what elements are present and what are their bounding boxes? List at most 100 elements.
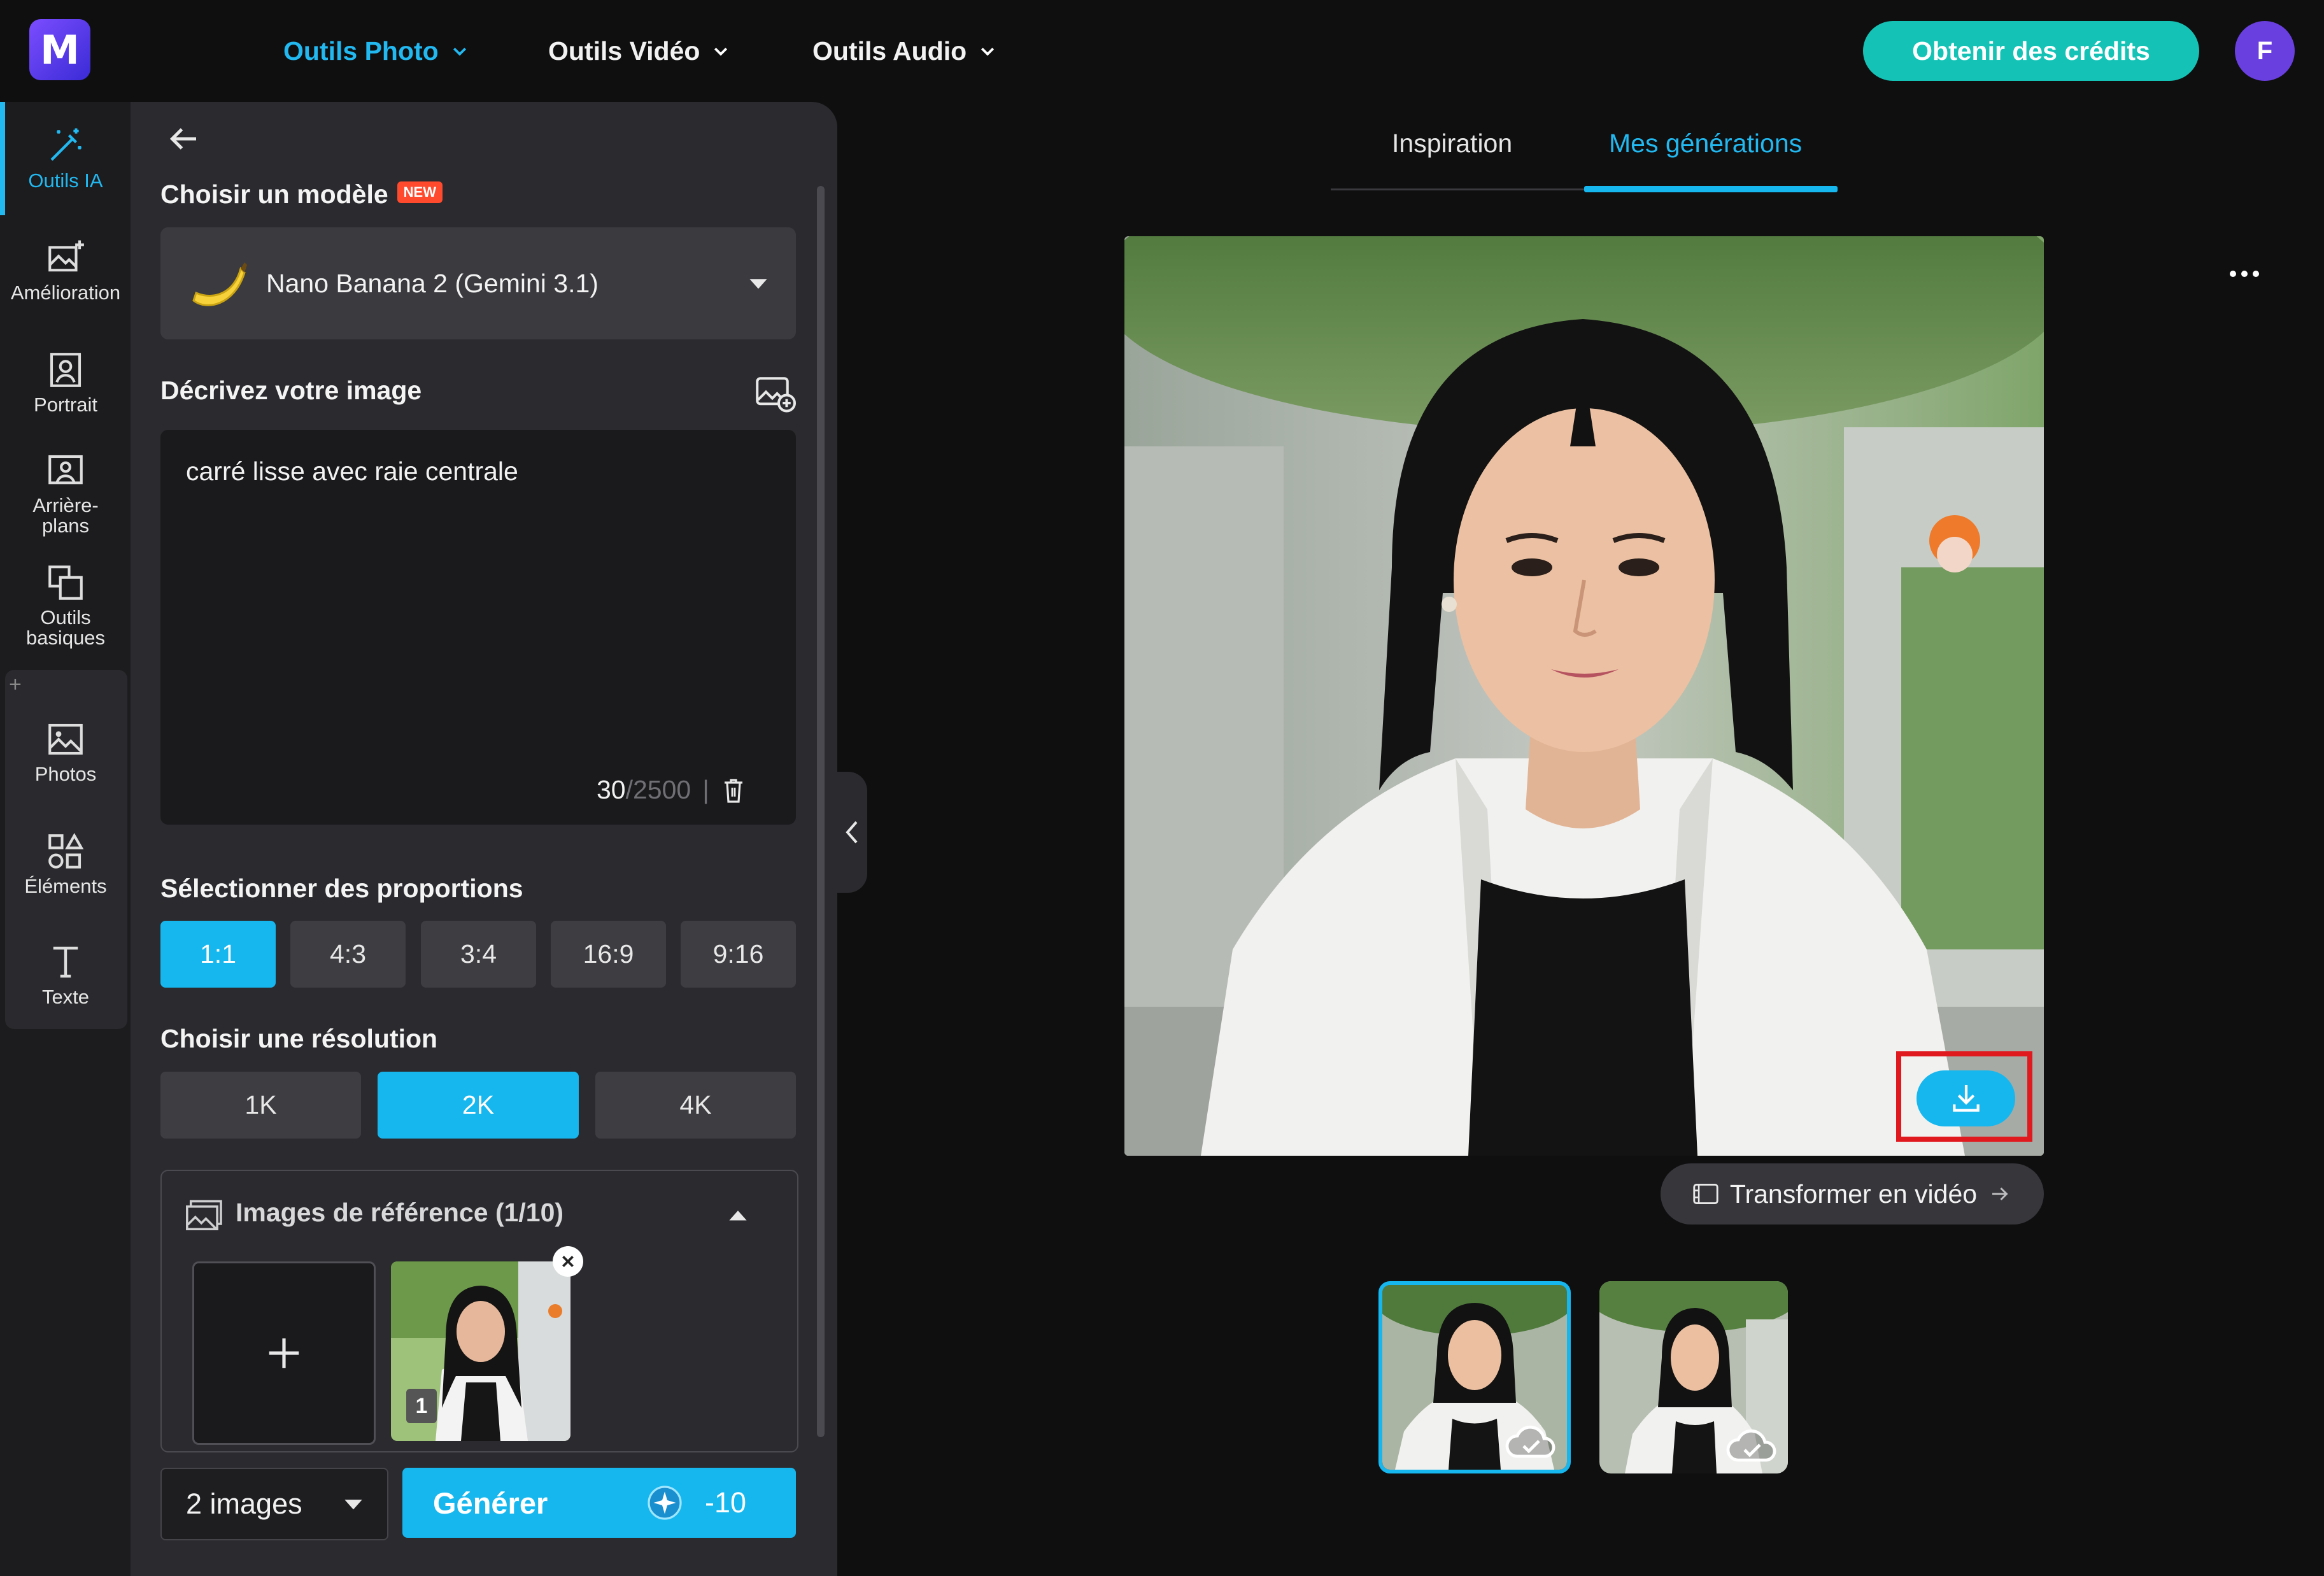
reference-title: Images de référence (1/10) [236, 1198, 564, 1227]
tab-inspiration[interactable]: Inspiration [1392, 129, 1512, 159]
nav-outils-video[interactable]: Outils Vidéo [548, 32, 730, 70]
char-count: 30 [597, 775, 626, 804]
rail-label-photos: Photos [34, 763, 97, 785]
generated-image[interactable] [1124, 236, 2044, 1156]
cloud-check-icon [1726, 1429, 1776, 1462]
nav-outils-audio[interactable]: Outils Audio [812, 32, 997, 70]
chevron-left-icon [846, 821, 858, 844]
remove-reference-button[interactable] [553, 1246, 583, 1277]
nav-outils-photo-label: Outils Photo [283, 36, 439, 66]
get-credits-button[interactable]: Obtenir des crédits [1863, 21, 2199, 81]
plus-icon [269, 1338, 299, 1368]
resolution-4k-button[interactable]: 4K [595, 1072, 796, 1139]
ratio-3-4-button[interactable]: 3:4 [421, 921, 536, 988]
background-icon [48, 455, 83, 485]
text-icon [53, 946, 78, 978]
chevron-down-icon [453, 47, 466, 56]
arrow-right-icon [1992, 1187, 2008, 1201]
main-tabs: Inspiration Mes générations [1331, 121, 1838, 192]
rail-item-portrait[interactable]: Portrait [5, 349, 126, 415]
rail-item-outils-ia[interactable]: Outils IA [5, 125, 126, 191]
nav-outils-audio-label: Outils Audio [812, 36, 967, 66]
image-count-value: 2 images [186, 1487, 302, 1520]
shapes-icon [48, 833, 84, 869]
image-sparkle-icon [48, 240, 84, 272]
transform-to-video-label: Transformer en vidéo [1729, 1179, 1978, 1209]
nav-outils-photo[interactable]: Outils Photo [283, 32, 469, 70]
rail-label-outils-ia: Outils IA [28, 169, 103, 192]
avatar[interactable]: F [2235, 21, 2295, 81]
video-frame-icon [1693, 1184, 1718, 1204]
rail-item-arriere-plans[interactable]: Arrière-plans [5, 450, 126, 536]
rail-label-outils-basiques: Outils basiques [25, 606, 106, 649]
add-reference-button[interactable] [192, 1261, 376, 1445]
more-options-button[interactable] [2222, 261, 2267, 287]
gallery-icon [186, 1200, 222, 1231]
describe-section-title: Décrivez votre image [160, 376, 422, 405]
rail-active-indicator [0, 102, 5, 215]
reference-images-section: Images de référence (1/10) 1 [160, 1170, 798, 1452]
caret-down-icon [749, 279, 767, 289]
logo-letter: M [40, 26, 80, 73]
image-count-select[interactable]: 2 images [160, 1468, 388, 1540]
rail-label-portrait: Portrait [34, 394, 97, 416]
panel-scrollbar[interactable] [817, 186, 825, 1437]
resolution-1k-button[interactable]: 1K [160, 1072, 361, 1139]
reference-image-thumbnail[interactable]: 1 [391, 1261, 570, 1441]
ratio-16-9-button[interactable]: 16:9 [551, 921, 666, 988]
reference-index-badge: 1 [406, 1389, 437, 1423]
caret-up-icon[interactable] [727, 1208, 749, 1222]
ratio-1-1-button[interactable]: 1:1 [160, 921, 276, 988]
chevron-down-icon [981, 47, 995, 56]
top-bar: M Outils Photo Outils Vidéo Outils Audio… [0, 0, 2324, 102]
image-add-icon[interactable] [754, 374, 797, 413]
magic-wand-icon [50, 128, 81, 161]
ratio-9-16-button[interactable]: 9:16 [681, 921, 796, 988]
generation-thumbnail-1[interactable] [1378, 1281, 1571, 1473]
rail-item-texte[interactable]: Texte [5, 941, 126, 1007]
resolution-2k-button[interactable]: 2K [378, 1072, 579, 1139]
download-button[interactable] [1917, 1070, 2015, 1126]
app-logo[interactable]: M [29, 19, 90, 80]
rail-label-texte: Texte [41, 986, 90, 1008]
transform-to-video-button[interactable]: Transformer en vidéo [1661, 1163, 2044, 1225]
char-separator: | [702, 775, 709, 804]
download-icon [1952, 1085, 1980, 1112]
tab-mes-generations[interactable]: Mes générations [1609, 129, 1802, 159]
generation-thumbnail-2[interactable] [1599, 1281, 1788, 1473]
rail-label-elements: Éléments [24, 875, 107, 897]
resolution-section-title: Choisir une résolution [160, 1024, 438, 1053]
rail-item-amelioration[interactable]: Amélioration [5, 237, 126, 303]
collapse-panel-button[interactable] [835, 772, 867, 893]
crop-icon [48, 565, 83, 600]
new-badge: NEW [397, 181, 443, 204]
rail-add-icon[interactable]: + [9, 672, 22, 697]
active-tab-underline [1584, 186, 1838, 192]
prompt-text: carré lisse avec raie centrale [186, 457, 518, 486]
generate-button[interactable]: Générer -10 [402, 1468, 796, 1538]
credit-spark-icon [648, 1486, 682, 1520]
chevron-down-icon [714, 47, 728, 56]
generate-label: Générer [433, 1486, 548, 1520]
prompt-textarea[interactable]: carré lisse avec raie centrale 30/2500 | [160, 430, 796, 825]
cloud-check-icon [1505, 1425, 1555, 1458]
char-max: /2500 [625, 775, 691, 804]
nav-outils-video-label: Outils Vidéo [548, 36, 700, 66]
ratio-4-3-button[interactable]: 4:3 [290, 921, 406, 988]
model-name: Nano Banana 2 (Gemini 3.1) [266, 268, 599, 298]
model-section-title: Choisir un modèle NEW [160, 180, 443, 209]
generated-portrait [1124, 236, 2044, 1156]
generate-cost: -10 [704, 1486, 746, 1519]
proportions-section-title: Sélectionner des proportions [160, 874, 523, 903]
rail-label-arriere-plans: Arrière-plans [32, 494, 99, 537]
caret-down-icon [344, 1500, 362, 1510]
rail-item-elements[interactable]: Éléments [5, 830, 126, 897]
back-arrow-icon[interactable] [164, 120, 202, 158]
model-select[interactable]: Nano Banana 2 (Gemini 3.1) [160, 227, 796, 339]
rail-item-photos[interactable]: Photos [5, 718, 126, 784]
photos-icon [48, 723, 83, 755]
rail-item-outils-basiques[interactable]: Outils basiques [5, 562, 126, 648]
banana-icon [192, 262, 247, 306]
trash-icon[interactable] [721, 776, 746, 804]
model-title-text: Choisir un modèle [160, 180, 388, 209]
